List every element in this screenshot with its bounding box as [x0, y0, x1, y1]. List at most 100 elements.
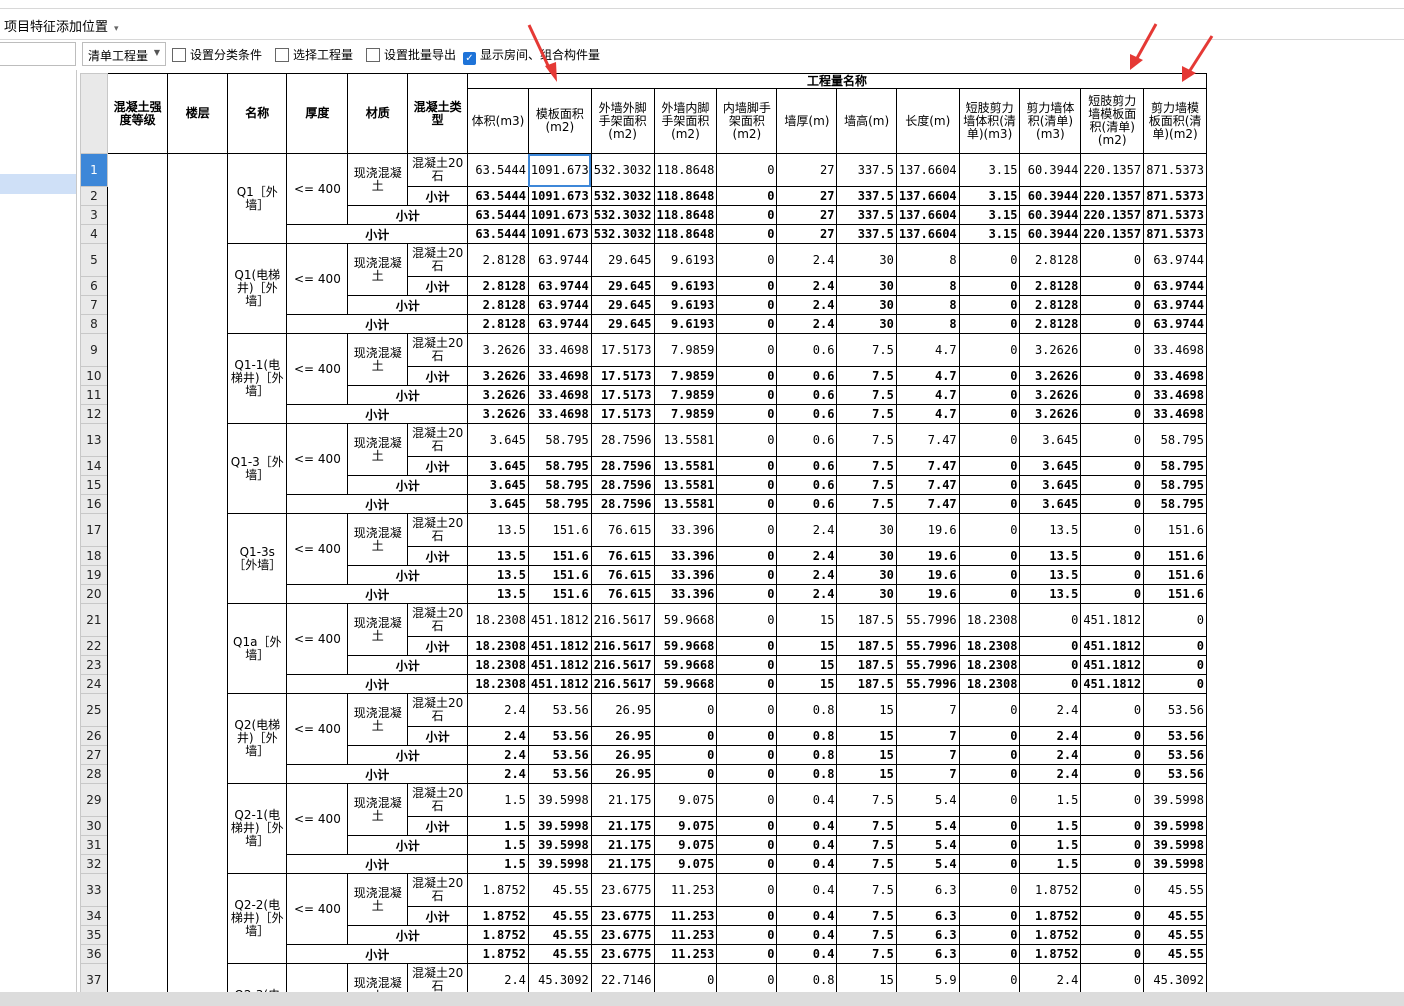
quantity-cell[interactable]: 0: [716, 764, 778, 784]
quantity-cell[interactable]: 151.6: [1143, 513, 1207, 547]
quantity-cell[interactable]: 0.6: [776, 456, 838, 476]
component-name-cell[interactable]: Q1a［外墙］: [227, 603, 288, 694]
quantity-cell[interactable]: 2.8128: [467, 295, 529, 315]
header-thickness[interactable]: 厚度: [286, 73, 349, 154]
quantity-cell[interactable]: 13.5: [1019, 513, 1082, 547]
quantity-cell[interactable]: 13.5: [467, 513, 529, 547]
quantity-cell[interactable]: 3.2626: [467, 366, 529, 386]
quantity-cell[interactable]: 15: [836, 963, 897, 992]
header-name[interactable]: 名称: [227, 73, 288, 154]
row-number[interactable]: 36: [80, 944, 108, 964]
quantity-cell[interactable]: 3.645: [467, 475, 529, 495]
header-quantity-column[interactable]: 模板面积(m2): [527, 88, 592, 154]
quantity-cell[interactable]: 151.6: [1143, 546, 1207, 566]
quantity-cell[interactable]: 17.5173: [590, 333, 655, 367]
quantity-cell[interactable]: 0: [1019, 655, 1082, 675]
row-number[interactable]: 19: [80, 565, 108, 585]
quantity-cell[interactable]: 0: [958, 366, 1021, 386]
concrete-type-cell[interactable]: 混凝土20石: [407, 603, 469, 637]
subtotal-label[interactable]: 小计: [286, 314, 469, 334]
subtotal-label[interactable]: 小计: [347, 925, 469, 945]
row-number[interactable]: 32: [80, 854, 108, 874]
quantity-cell[interactable]: 1.5: [467, 835, 529, 855]
quantity-cell[interactable]: 2.4: [467, 726, 529, 746]
quantity-cell[interactable]: 0: [958, 494, 1021, 514]
quantity-cell[interactable]: 0.4: [776, 816, 838, 836]
row-number[interactable]: 11: [80, 385, 108, 405]
quantity-cell[interactable]: 0: [1080, 565, 1145, 585]
header-quantity-column[interactable]: 外墙外脚手架面积(m2): [590, 88, 655, 154]
quantity-cell[interactable]: 2.4: [776, 584, 838, 604]
quantity-cell[interactable]: 28.7596: [590, 423, 655, 457]
row-number[interactable]: 13: [80, 423, 108, 457]
quantity-cell[interactable]: 0: [1080, 385, 1145, 405]
quantity-cell[interactable]: 5.4: [895, 835, 960, 855]
quantity-cell[interactable]: 220.1357: [1080, 224, 1145, 244]
quantity-cell[interactable]: 76.615: [590, 513, 655, 547]
quantity-cell[interactable]: 0: [653, 726, 718, 746]
quantity-cell[interactable]: 7.5: [836, 873, 897, 907]
row-number[interactable]: 29: [80, 783, 108, 817]
quantity-cell[interactable]: 0.8: [776, 745, 838, 765]
quantity-cell[interactable]: 0: [1080, 835, 1145, 855]
quantity-cell[interactable]: 4.7: [895, 385, 960, 405]
quantity-cell[interactable]: 19.6: [895, 513, 960, 547]
quantity-cell[interactable]: 0: [958, 295, 1021, 315]
quantity-cell[interactable]: 0: [958, 513, 1021, 547]
quantity-cell[interactable]: 0: [716, 693, 778, 727]
left-panel-selected-item[interactable]: [0, 174, 76, 194]
quantity-cell[interactable]: 13.5: [467, 584, 529, 604]
quantity-cell[interactable]: 0: [958, 584, 1021, 604]
thickness-cell[interactable]: <= 400: [286, 693, 349, 765]
quantity-cell[interactable]: 19.6: [895, 584, 960, 604]
quantity-cell[interactable]: 58.795: [527, 494, 592, 514]
subtotal-label[interactable]: 小计: [286, 674, 469, 694]
quantity-cell[interactable]: 18.2308: [958, 674, 1021, 694]
quantity-cell[interactable]: 27: [776, 205, 838, 225]
concrete-type-cell[interactable]: 混凝土20石: [407, 153, 469, 187]
quantity-cell[interactable]: 216.5617: [590, 603, 655, 637]
quantity-cell[interactable]: 1.8752: [1019, 925, 1082, 945]
quantity-cell[interactable]: 63.9744: [1143, 243, 1207, 277]
material-cell[interactable]: 现浇混凝土: [347, 423, 409, 476]
quantity-cell[interactable]: 0: [653, 963, 718, 992]
concrete-type-cell[interactable]: 混凝土20石: [407, 423, 469, 457]
quantity-cell[interactable]: 55.7996: [895, 655, 960, 675]
header-quantity-column[interactable]: 短肢剪力墙体积(清单)(m3): [958, 88, 1021, 154]
quantity-cell[interactable]: 2.4: [467, 764, 529, 784]
quantity-cell[interactable]: 45.55: [1143, 906, 1207, 926]
quantity-cell[interactable]: 0: [958, 276, 1021, 296]
subtotal-label[interactable]: 小计: [407, 186, 469, 206]
quantity-cell[interactable]: 0.4: [776, 835, 838, 855]
quantity-cell[interactable]: 45.55: [527, 873, 592, 907]
quantity-cell[interactable]: 871.5373: [1143, 186, 1207, 206]
row-number[interactable]: 24: [80, 674, 108, 694]
quantity-cell[interactable]: 0.8: [776, 963, 838, 992]
quantity-cell[interactable]: 151.6: [1143, 584, 1207, 604]
quantity-cell[interactable]: 63.9744: [1143, 314, 1207, 334]
thickness-cell[interactable]: <= 400: [286, 783, 349, 855]
header-quantity-column[interactable]: 剪力墙体积(清单)(m3): [1019, 88, 1082, 154]
quantity-cell[interactable]: 8: [895, 243, 960, 277]
quantity-cell[interactable]: 118.8648: [653, 186, 718, 206]
material-cell[interactable]: 现浇混凝土: [347, 963, 409, 992]
quantity-cell[interactable]: 30: [836, 565, 897, 585]
quantity-cell[interactable]: 0: [1080, 783, 1145, 817]
quantity-cell[interactable]: 7.5: [836, 475, 897, 495]
quantity-cell[interactable]: 45.3092: [527, 963, 592, 992]
quantity-cell[interactable]: 0: [1143, 655, 1207, 675]
concrete-type-cell[interactable]: 混凝土20石: [407, 243, 469, 277]
quantity-cell[interactable]: 39.5998: [1143, 854, 1207, 874]
quantity-cell[interactable]: 0: [716, 925, 778, 945]
quantity-cell[interactable]: 1.5: [1019, 783, 1082, 817]
quantity-cell[interactable]: 0: [958, 456, 1021, 476]
quantity-cell[interactable]: 23.6775: [590, 906, 655, 926]
quantity-cell[interactable]: 63.9744: [527, 243, 592, 277]
quantity-cell[interactable]: 33.4698: [527, 385, 592, 405]
quantity-cell[interactable]: 29.645: [590, 295, 655, 315]
quantity-cell[interactable]: 2.4: [1019, 726, 1082, 746]
quantity-cell[interactable]: 33.4698: [527, 366, 592, 386]
quantity-cell[interactable]: 0.4: [776, 854, 838, 874]
quantity-cell[interactable]: 220.1357: [1080, 205, 1145, 225]
quantity-cell[interactable]: 2.4: [467, 963, 529, 992]
